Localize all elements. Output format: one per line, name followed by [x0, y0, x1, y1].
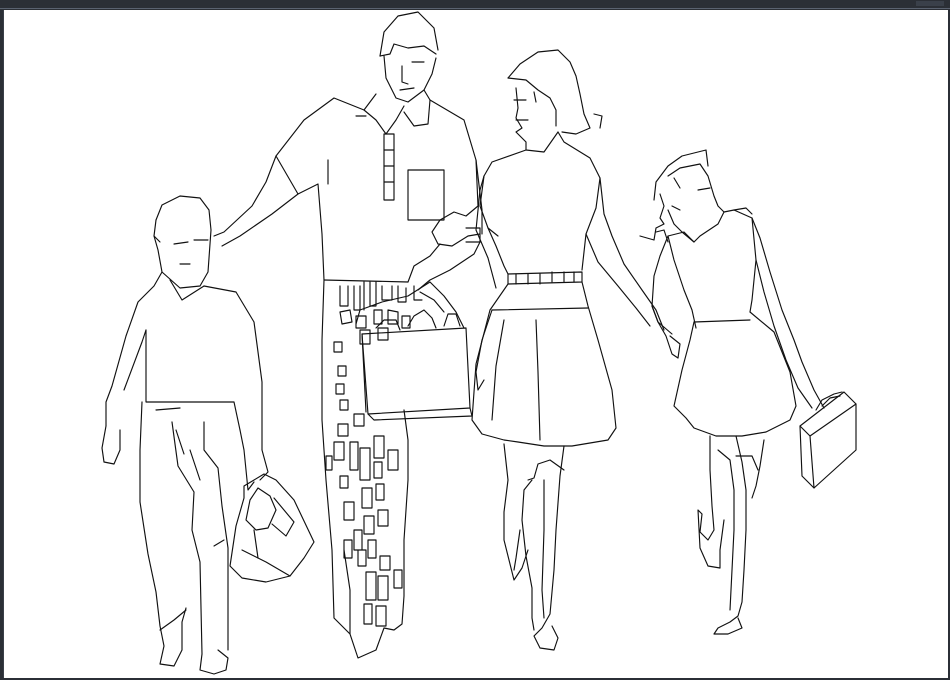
- drawing-canvas[interactable]: [3, 10, 948, 678]
- duffel-bag-icon: [230, 474, 314, 582]
- girl-figure: [640, 150, 824, 634]
- mother-figure: [472, 50, 664, 650]
- boy-figure: [102, 196, 268, 674]
- family-line-drawing: [4, 10, 948, 678]
- shopping-basket-icon: [356, 282, 472, 420]
- window-control-strip[interactable]: [916, 1, 944, 6]
- window-top-bar: [0, 0, 950, 9]
- handbag-icon: [800, 392, 856, 488]
- father-figure: [214, 12, 482, 658]
